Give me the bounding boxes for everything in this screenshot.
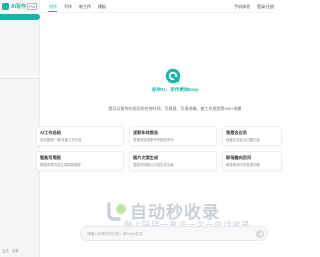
sidebar-footer: 会员 设置 (2, 248, 19, 253)
card-title: 智能写周报 (40, 155, 61, 160)
login-button[interactable]: 登录/注册 (257, 4, 274, 10)
chat-input-placeholder: 请输入你想写的内容，按Enter发送 (87, 232, 143, 236)
send-button[interactable] (256, 230, 264, 238)
top-nav: 创作 写作 新工作 模板 手机体验 登录/注册 (40, 0, 274, 13)
sidebar-footer-item-settings[interactable]: 设置 (12, 248, 19, 253)
prompt-card[interactable]: 图片文案生成 智能识别图片内容生成文案 (129, 151, 217, 171)
card-title: 我是会议员 (226, 130, 247, 135)
active-tab-indicator (48, 11, 57, 12)
card-description: 快速生成会议纪要内容 (226, 138, 260, 142)
sidebar-divider (0, 78, 40, 79)
prompt-card[interactable]: 智能写周报 根据本周内容生成精致周报 (36, 151, 124, 171)
nav-item-mobile[interactable]: 手机体验 (234, 4, 250, 10)
hero-description: 我可以帮你在网页的任何时间，写周报、写演讲稿、做工作规划等200+场景 (108, 106, 242, 111)
new-chat-button[interactable] (0, 14, 40, 20)
prompt-card[interactable]: 我是会议员 快速生成会议纪要内容 (222, 126, 282, 146)
app-logo[interactable]: AI写作 Pro (2, 3, 38, 10)
card-description: 自动整理一周/月度工作内容 (40, 138, 82, 142)
logo-icon (2, 3, 9, 10)
logo-text: AI写作 (11, 4, 27, 10)
nav-item-templates[interactable]: 模板 (98, 4, 106, 10)
card-description: 解答职场中的各类问题 (226, 163, 260, 167)
prompt-card[interactable]: 述职年终报告 快速完成述职年终报告写作 (129, 126, 217, 146)
card-title: AI工作总结 (40, 130, 61, 135)
sidebar-footer-item-member[interactable]: 会员 (2, 248, 9, 253)
card-title: 述职年终报告 (133, 130, 159, 135)
logo-badge: Pro (27, 3, 38, 10)
card-description: 根据本周内容生成精致周报 (40, 163, 81, 167)
prompt-card[interactable]: AI工作总结 自动整理一周/月度工作内容 (36, 126, 124, 146)
sidebar: AI写作 Pro 会员 设置 (0, 0, 40, 257)
card-description: 快速完成述职年终报告写作 (133, 138, 174, 142)
nav-item-new-work[interactable]: 新工作 (79, 4, 91, 10)
nav-item-write[interactable]: 写作 (64, 4, 72, 10)
card-title: 图片文案生成 (133, 155, 159, 160)
send-icon (258, 232, 262, 236)
hero-slogan: 有你AI，写作更加Easy (151, 87, 199, 92)
chat-input-box[interactable]: 请输入你想写的内容，按Enter发送 (80, 226, 268, 241)
card-description: 智能识别图片内容生成文案 (133, 163, 174, 167)
card-title: 职场趣向百问 (226, 155, 252, 160)
nav-item-create[interactable]: 创作 (49, 4, 57, 10)
hero-logo-icon (165, 68, 181, 84)
prompt-card[interactable]: 职场趣向百问 解答职场中的各类问题 (222, 151, 282, 171)
